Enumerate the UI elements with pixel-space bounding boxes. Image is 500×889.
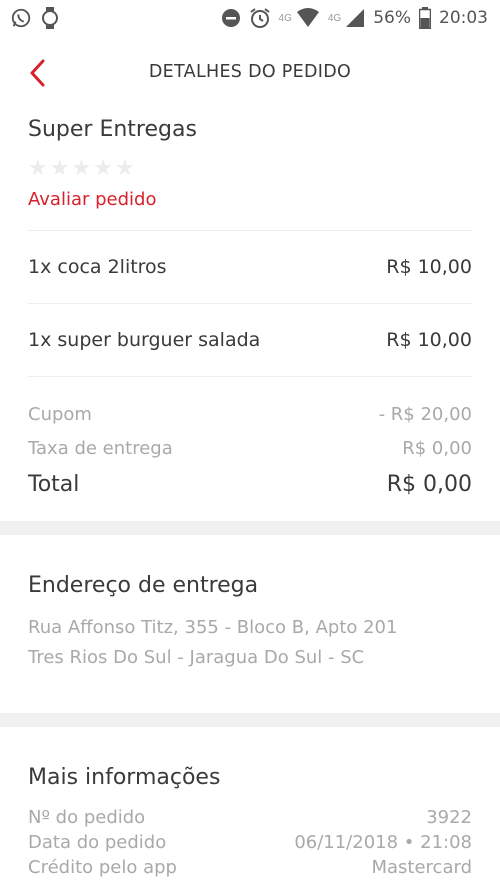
address-line-2: Tres Rios Do Sul - Jaragua Do Sul - SC: [28, 647, 365, 668]
address-line-1: Rua Affonso Titz, 355 - Bloco B, Apto 20…: [28, 617, 398, 638]
wifi-icon: [296, 8, 320, 28]
whatsapp-icon: [10, 7, 32, 29]
coupon-label: Cupom: [28, 403, 92, 425]
rating-stars[interactable]: ★ ★ ★ ★ ★: [28, 156, 472, 180]
rate-order-link[interactable]: Avaliar pedido: [28, 186, 156, 214]
status-bar-right: 4G 4G 56% 20:03: [221, 7, 488, 29]
status-time: 20:03: [439, 8, 488, 28]
total-label: Total: [28, 471, 80, 497]
store-section: Super Entregas ★ ★ ★ ★ ★ Avaliar pedido: [0, 114, 500, 214]
more-info-title: Mais informações: [28, 765, 221, 790]
app-header: DETALHES DO PEDIDO: [0, 36, 500, 108]
info-label: Crédito pelo app: [28, 857, 177, 878]
more-info-section: Mais informações Nº do pedido 3922 Data …: [0, 727, 500, 880]
delivery-fee-label: Taxa de entrega: [28, 437, 173, 459]
status-bar: 4G 4G 56% 20:03: [0, 0, 500, 36]
coupon-row: Cupom - R$ 20,00: [28, 397, 472, 431]
delivery-fee-value: R$ 0,00: [402, 437, 472, 459]
info-value: Mastercard: [371, 857, 472, 878]
delivery-address-section: Endereço de entrega Rua Affonso Titz, 35…: [0, 535, 500, 713]
info-label: Nº do pedido: [28, 807, 146, 828]
watch-icon: [40, 6, 60, 30]
network-label-2: 4G: [327, 13, 342, 24]
battery-icon: [419, 7, 431, 29]
item-price: R$ 10,00: [386, 256, 472, 278]
section-separator: [0, 521, 500, 535]
total-value: R$ 0,00: [386, 471, 472, 497]
coupon-value: - R$ 20,00: [378, 403, 472, 425]
do-not-disturb-icon: [221, 8, 241, 28]
signal-icon: [345, 8, 365, 28]
info-row-order-number: Nº do pedido 3922: [28, 805, 472, 830]
item-price: R$ 10,00: [386, 329, 472, 351]
star-icon[interactable]: ★: [71, 156, 91, 180]
battery-percent: 56%: [373, 8, 411, 28]
delivery-fee-row: Taxa de entrega R$ 0,00: [28, 431, 472, 465]
network-label-1: 4G: [278, 13, 292, 24]
back-button[interactable]: [22, 56, 52, 90]
info-value: 3922: [426, 807, 472, 828]
total-row: Total R$ 0,00: [28, 465, 472, 503]
star-icon[interactable]: ★: [50, 156, 70, 180]
item-name: 1x coca 2litros: [28, 256, 167, 278]
store-name: Super Entregas: [28, 117, 197, 142]
alarm-icon: [249, 7, 271, 29]
star-icon[interactable]: ★: [28, 156, 48, 180]
info-row-order-date: Data do pedido 06/11/2018 • 21:08: [28, 830, 472, 855]
star-icon[interactable]: ★: [93, 156, 113, 180]
chevron-left-icon: [30, 59, 45, 87]
info-label: Data do pedido: [28, 832, 167, 853]
order-item: 1x super burguer salada R$ 10,00: [0, 304, 500, 376]
info-list: Nº do pedido 3922 Data do pedido 06/11/2…: [28, 805, 472, 880]
delivery-address-title: Endereço de entrega: [28, 573, 259, 598]
info-row-payment: Crédito pelo app Mastercard: [28, 855, 472, 880]
order-item: 1x coca 2litros R$ 10,00: [0, 231, 500, 303]
order-summary: Cupom - R$ 20,00 Taxa de entrega R$ 0,00…: [0, 377, 500, 503]
page-title: DETALHES DO PEDIDO: [148, 62, 352, 82]
status-bar-left: [10, 6, 60, 30]
info-value: 06/11/2018 • 21:08: [294, 832, 472, 853]
star-icon[interactable]: ★: [115, 156, 135, 180]
section-separator: [0, 713, 500, 727]
item-name: 1x super burguer salada: [28, 329, 261, 351]
